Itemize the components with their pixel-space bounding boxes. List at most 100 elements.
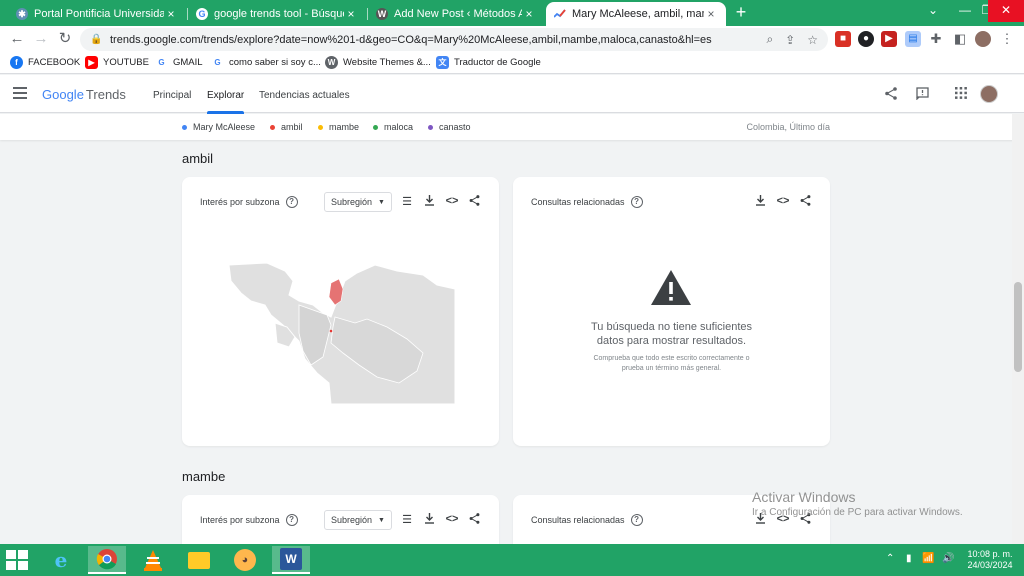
bookmark-website-themes[interactable]: W Website Themes &... <box>325 56 431 69</box>
close-tab-icon[interactable]: × <box>522 7 536 21</box>
scrollbar-thumb[interactable] <box>1014 282 1022 372</box>
tab-add-new-post[interactable]: W Add New Post ‹ Métodos Avanzados × <box>368 2 544 26</box>
network-icon[interactable]: 📶 <box>922 553 934 564</box>
download-icon[interactable] <box>422 513 436 527</box>
share-icon[interactable] <box>467 195 481 209</box>
page-scrollbar[interactable] <box>1012 114 1024 544</box>
term-label: Mary McAleese <box>193 122 256 132</box>
file-explorer-icon[interactable] <box>180 546 218 574</box>
google-trends-logo[interactable]: Google Trends <box>42 87 126 102</box>
word-icon[interactable]: W <box>272 546 310 574</box>
vlc-icon[interactable] <box>134 546 172 574</box>
help-icon[interactable]: ? <box>630 514 643 526</box>
list-view-icon[interactable]: ☰ <box>400 195 414 208</box>
extension-video-icon[interactable]: ▶ <box>881 31 897 47</box>
system-clock[interactable]: 10:08 p. m. 24/03/2024 <box>962 549 1018 571</box>
bookmark-label: GMAIL <box>173 57 203 68</box>
extension-dark-icon[interactable]: ● <box>858 31 874 47</box>
download-icon[interactable] <box>422 195 436 209</box>
account-avatar[interactable] <box>980 85 998 103</box>
bookmark-gmail[interactable]: G GMAIL <box>155 56 203 69</box>
related-queries-card: Consultas relacionadas ? <> Tu búsqueda … <box>513 177 830 446</box>
windows-start-icon[interactable] <box>6 550 30 570</box>
profile-avatar[interactable] <box>975 31 991 47</box>
back-button[interactable]: ← <box>8 30 26 48</box>
share-icon[interactable] <box>798 195 812 209</box>
bookmark-star-icon[interactable]: ☆ <box>807 33 818 47</box>
trends-header: Google Trends Principal Explorar Tendenci… <box>0 75 1024 114</box>
term-label: ambil <box>281 122 303 132</box>
bookmark-youtube[interactable]: ▶ YOUTUBE <box>85 56 149 69</box>
forward-button[interactable]: → <box>32 30 50 48</box>
embed-icon[interactable]: <> <box>445 513 459 525</box>
term-maloca[interactable]: maloca <box>373 122 413 132</box>
interest-by-subregion-card: Interés por subzona ? Subregión ▼ ☰ <> <box>182 177 499 446</box>
portal-icon: ✱ <box>16 8 28 20</box>
zoom-icon[interactable]: ⌕ <box>766 32 773 47</box>
embed-icon[interactable]: <> <box>776 195 790 207</box>
cat-app-icon[interactable]: ◕ <box>226 546 264 574</box>
menu-icon[interactable] <box>13 87 27 99</box>
logo-trends: Trends <box>85 87 126 102</box>
colombia-region-map[interactable] <box>227 261 455 404</box>
volume-icon[interactable]: 🔊 <box>942 553 954 564</box>
term-canasto[interactable]: canasto <box>428 122 471 132</box>
nav-principal[interactable]: Principal <box>153 90 191 101</box>
battery-icon[interactable]: ▮ <box>906 553 912 564</box>
help-icon[interactable]: ? <box>630 196 643 208</box>
lock-icon[interactable]: 🔒 <box>90 34 102 45</box>
share-icon[interactable] <box>885 87 897 103</box>
share-page-icon[interactable]: ⇪ <box>785 33 795 47</box>
tray-overflow-icon[interactable]: ⌃ <box>886 553 894 564</box>
tab-trends-active[interactable]: Mary McAleese, ambil, mambe, maloca, can… <box>546 2 726 26</box>
url-text[interactable]: trends.google.com/trends/explore?date=no… <box>110 34 754 46</box>
caret-down-icon: ▼ <box>378 516 385 524</box>
tab-google-search[interactable]: G google trends tool - Búsqueda de Googl… <box>188 2 366 26</box>
close-tab-icon[interactable]: × <box>344 7 358 21</box>
bookmark-label: como saber si soy c... <box>229 57 321 68</box>
close-tab-icon[interactable]: × <box>704 7 718 21</box>
tab-search-icon[interactable]: ⌄ <box>918 0 948 22</box>
bookmark-facebook[interactable]: f FACEBOOK <box>10 56 80 69</box>
warning-icon <box>651 270 691 305</box>
subregion-select[interactable]: Subregión ▼ <box>324 510 392 530</box>
extensions-puzzle-icon[interactable]: ✚ <box>928 31 944 47</box>
feedback-icon[interactable] <box>916 87 929 103</box>
extension-docs-icon[interactable]: ▤ <box>905 31 921 47</box>
download-icon[interactable] <box>753 195 767 209</box>
browser-menu-icon[interactable]: ⋮ <box>999 31 1015 47</box>
apps-grid-icon[interactable] <box>955 87 967 102</box>
side-panel-icon[interactable]: ◧ <box>952 31 968 47</box>
list-view-icon[interactable]: ☰ <box>400 513 414 526</box>
term-mary-mcaleese[interactable]: Mary McAleese <box>182 122 255 132</box>
bookmark-como-saber[interactable]: G como saber si soy c... <box>211 56 321 69</box>
help-icon[interactable]: ? <box>285 196 298 208</box>
no-data-message-line2: datos para mostrar resultados. <box>596 335 747 347</box>
tab-portal-javeriana[interactable]: ✱ Portal Pontificia Universidad Javerian… <box>8 2 186 26</box>
google-g-icon: G <box>155 56 168 69</box>
term-mambe[interactable]: mambe <box>318 122 359 132</box>
card-title: Interés por subzona ? <box>200 196 298 208</box>
address-bar[interactable]: 🔒 trends.google.com/trends/explore?date=… <box>80 28 828 51</box>
logo-google: Google <box>42 87 84 102</box>
nav-explorar[interactable]: Explorar <box>207 90 245 114</box>
internet-explorer-icon[interactable]: e <box>42 546 80 574</box>
tab-title: google trends tool - Búsqueda de Google <box>214 8 344 20</box>
select-value: Subregión <box>331 197 373 207</box>
new-tab-button[interactable]: + <box>732 3 750 21</box>
subregion-select[interactable]: Subregión ▼ <box>324 192 392 212</box>
chrome-icon[interactable] <box>88 546 126 574</box>
extension-red-icon[interactable]: ■ <box>835 31 851 47</box>
embed-icon[interactable]: <> <box>445 195 459 207</box>
windows-taskbar: e ◕ W ⌃ ▮ 📶 🔊 10:08 p. m. 24/03/2024 <box>0 544 1024 576</box>
close-window-button[interactable]: ✕ <box>988 0 1024 22</box>
nav-tendencias-actuales[interactable]: Tendencias actuales <box>259 90 350 101</box>
help-icon[interactable]: ? <box>285 514 298 526</box>
close-tab-icon[interactable]: × <box>164 7 178 21</box>
wordpress-icon: W <box>376 8 388 20</box>
bookmark-translate[interactable]: 文 Traductor de Google <box>436 56 541 69</box>
reload-button[interactable]: ↻ <box>56 30 74 48</box>
term-ambil[interactable]: ambil <box>270 122 303 132</box>
no-data-message-line1: Tu búsqueda no tiene suficientes <box>590 321 753 333</box>
share-icon[interactable] <box>467 513 481 527</box>
